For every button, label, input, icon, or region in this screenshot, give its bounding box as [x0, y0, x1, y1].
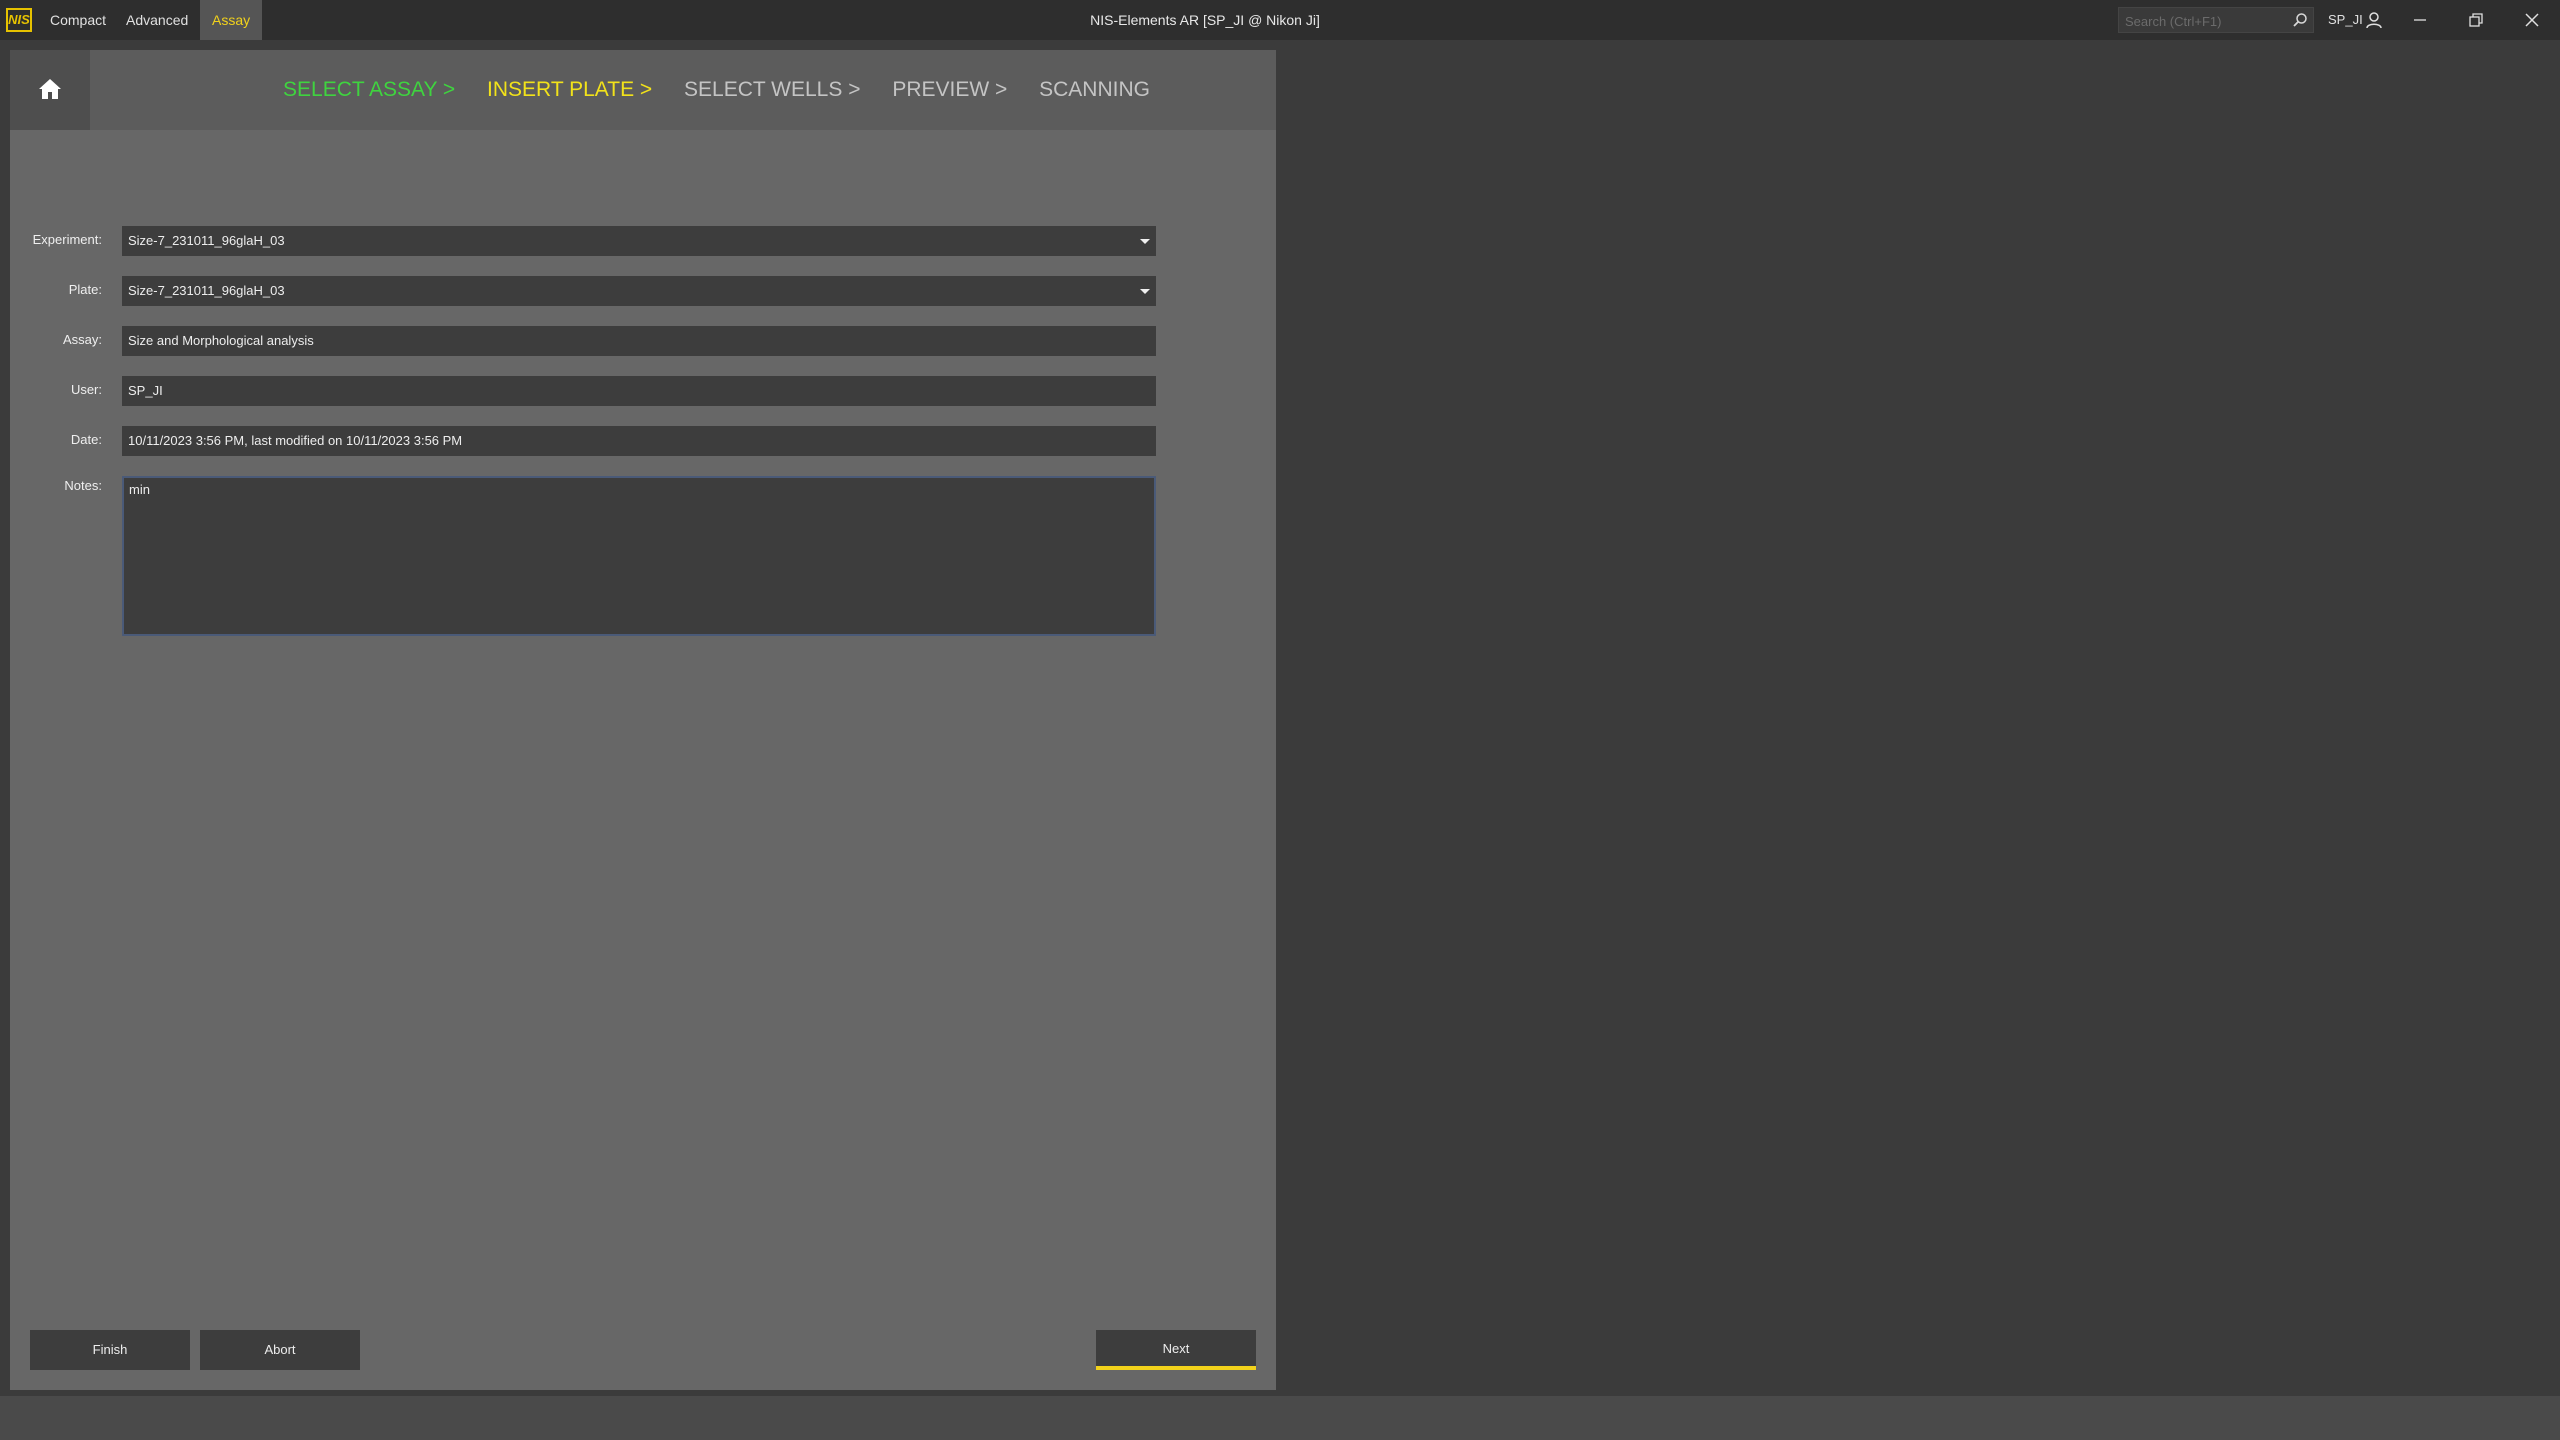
chevron-down-icon[interactable] [1138, 285, 1152, 297]
user-icon[interactable] [2364, 10, 2384, 30]
home-icon [39, 79, 61, 99]
search-icon[interactable] [2291, 11, 2309, 29]
tab-assay[interactable]: Assay [200, 0, 263, 40]
abort-button[interactable]: Abort [200, 1330, 360, 1370]
user-field[interactable]: SP_JI [122, 376, 1156, 406]
date-label: Date: [70, 432, 102, 447]
plate-dropdown[interactable]: Size-7_231011_96glaH_03 [122, 276, 1156, 306]
next-button[interactable]: Next [1096, 1330, 1256, 1370]
step-select-wells[interactable]: SELECT WELLS > [684, 50, 860, 130]
current-user: SP_JI [2328, 12, 2363, 27]
experiment-dropdown[interactable]: Size-7_231011_96glaH_03 [122, 226, 1156, 256]
experiment-label: Experiment: [32, 232, 102, 247]
title-bar: NIS Compact Advanced Assay NIS-Elements … [0, 0, 2560, 40]
assay-label: Assay: [62, 332, 102, 347]
tab-advanced[interactable]: Advanced [114, 0, 200, 40]
step-scanning[interactable]: SCANNING [1039, 50, 1150, 130]
date-field[interactable]: 10/11/2023 3:56 PM, last modified on 10/… [122, 426, 1156, 456]
chevron-down-icon[interactable] [1138, 235, 1152, 247]
plate-label: Plate: [68, 282, 102, 297]
search-box[interactable] [2118, 7, 2314, 33]
tab-compact[interactable]: Compact [38, 0, 118, 40]
notes-label: Notes: [64, 478, 102, 493]
home-button[interactable] [10, 50, 90, 130]
experiment-value: Size-7_231011_96glaH_03 [128, 233, 285, 248]
close-icon [2525, 13, 2539, 27]
assay-field[interactable]: Size and Morphological analysis [122, 326, 1156, 356]
window-title: NIS-Elements AR [SP_JI @ Nikon Ji] [1090, 12, 1320, 28]
wizard-steps: SELECT ASSAY > INSERT PLATE > SELECT WEL… [283, 50, 1176, 130]
status-bar [0, 1396, 2560, 1440]
finish-button[interactable]: Finish [30, 1330, 190, 1370]
restore-button[interactable] [2448, 0, 2504, 40]
plate-value: Size-7_231011_96glaH_03 [128, 283, 285, 298]
restore-icon [2469, 13, 2483, 27]
minimize-button[interactable] [2392, 0, 2448, 40]
step-select-assay[interactable]: SELECT ASSAY > [283, 50, 455, 130]
wizard-step-bar: SELECT ASSAY > INSERT PLATE > SELECT WEL… [10, 50, 1276, 130]
close-button[interactable] [2504, 0, 2560, 40]
nis-logo: NIS [6, 8, 32, 32]
assay-panel: SELECT ASSAY > INSERT PLATE > SELECT WEL… [10, 50, 1276, 1390]
step-insert-plate[interactable]: INSERT PLATE > [487, 50, 652, 130]
user-label: User: [70, 382, 102, 397]
search-input[interactable] [2123, 10, 2287, 32]
notes-textarea[interactable]: min [122, 476, 1156, 636]
minimize-icon [2414, 19, 2426, 21]
step-preview[interactable]: PREVIEW > [892, 50, 1007, 130]
